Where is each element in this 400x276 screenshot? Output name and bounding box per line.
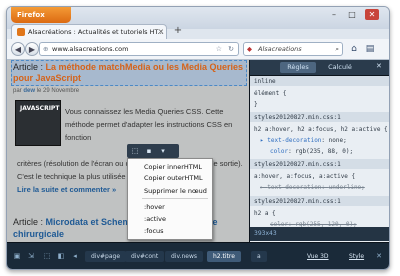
tab-title: Alsacréations : Actualités et tutoriels …: [28, 28, 164, 36]
inspect-icon[interactable]: ⬚: [41, 251, 53, 262]
close-window-icon[interactable]: ✕: [365, 9, 379, 20]
tab-alsacreations[interactable]: Alsacréations : Actualités et tutoriels …: [11, 24, 167, 39]
new-tab-button[interactable]: +: [171, 25, 185, 37]
article-date: le 29 Novembre: [36, 88, 80, 94]
breadcrumb-item[interactable]: div#cont: [125, 251, 165, 262]
back-icon[interactable]: ◀: [11, 42, 25, 56]
author-link[interactable]: dew: [23, 88, 35, 94]
breadcrumb-back-icon[interactable]: ◂: [69, 251, 81, 262]
rule-property[interactable]: ▸ text-decoration: none;: [260, 137, 347, 144]
menu-separator: [142, 198, 208, 199]
rule-selector: élément {: [254, 90, 287, 97]
menu-copy-outer[interactable]: Copier outerHTML: [144, 174, 203, 182]
lock-icon[interactable]: ▪: [143, 146, 155, 156]
firefox-menu-button[interactable]: Firefox: [11, 7, 71, 23]
panel-tabs: Règles Calculé ✕: [250, 60, 389, 76]
rules-list: inline élément { } styles20120827.min.cs…: [250, 76, 389, 242]
tab-computed[interactable]: Calculé: [322, 62, 358, 73]
reload-icon[interactable]: ↻: [228, 43, 234, 55]
dock-icon[interactable]: ⇲: [25, 251, 37, 262]
tab-rules[interactable]: Règles: [280, 62, 316, 73]
menu-icon[interactable]: ▤: [363, 42, 377, 56]
breadcrumb-item[interactable]: a: [251, 251, 267, 262]
rule-selector: h2 a:hover, h2 a:focus, h2 a:active {: [254, 126, 388, 133]
node-context-menu: Copier innerHTML Copier outerHTML Suppri…: [127, 158, 213, 240]
inspector-toolbar: ▣ ⇲ ⬚ ◧ ◂ div#page div#cont div.news h2.…: [7, 242, 389, 269]
byline-prefix: par: [13, 88, 22, 94]
close-tab-icon[interactable]: ✕: [158, 25, 164, 40]
article2-label: Article :: [13, 217, 46, 227]
select-node-icon[interactable]: ⬚: [129, 146, 141, 156]
rule-property[interactable]: color: rgb(235, 88, 0);: [270, 148, 353, 155]
article-title-link[interactable]: La méthode matchMedia ou les Media Queri…: [13, 62, 243, 83]
close-inspector-icon[interactable]: ✕: [373, 251, 385, 262]
rule-source[interactable]: styles20120827.min.css:1: [254, 114, 341, 121]
favicon-icon: [17, 28, 25, 36]
thumbnail-label: JAVASCRIPT: [20, 105, 60, 112]
style-button[interactable]: Style: [345, 251, 368, 262]
navigation-bar: ◀ ▶ ⊕ www.alsacreations.com ☆ ↻ ◆ Alsacr…: [7, 39, 389, 60]
node-menu-icon[interactable]: ▾: [157, 146, 169, 156]
menu-copy-inner[interactable]: Copier innerHTML: [144, 163, 202, 171]
article-label: Article :: [13, 62, 46, 72]
url-bar[interactable]: ⊕ www.alsacreations.com ☆ ↻: [39, 42, 239, 56]
menu-delete-node[interactable]: Supprimer le nœud: [144, 187, 207, 195]
close-panel-icon[interactable]: ✕: [376, 62, 382, 70]
menu-active[interactable]: :active: [144, 215, 166, 223]
search-input[interactable]: ◆ Alsacreations ⌕: [243, 42, 343, 56]
breadcrumb-item[interactable]: div#page: [85, 251, 127, 262]
url-text: www.alsacreations.com: [52, 45, 129, 53]
rule-selector: h2 a {: [254, 210, 276, 217]
rule-source[interactable]: styles20120827.min.css:1: [254, 198, 341, 205]
minimize-icon[interactable]: –: [327, 9, 341, 20]
forward-icon[interactable]: ▶: [25, 42, 39, 56]
html-view-icon[interactable]: ◧: [55, 251, 67, 262]
node-toolbar: ⬚ ▪ ▾: [127, 144, 179, 158]
breadcrumb-item-current[interactable]: h2.titre: [207, 251, 241, 262]
rule-source[interactable]: inline: [254, 78, 276, 85]
home-icon[interactable]: ⌂: [347, 42, 361, 56]
read-more-link[interactable]: Lire la suite et commenter »: [17, 185, 116, 194]
menu-hover[interactable]: :hover: [144, 203, 165, 211]
site-identity-icon[interactable]: ⊕: [43, 43, 48, 55]
search-engine-icon[interactable]: ◆: [247, 43, 252, 55]
bookmark-star-icon[interactable]: ☆: [216, 43, 222, 55]
page-content: Article : La méthode matchMedia ou les M…: [7, 60, 249, 242]
rule-selector: a:hover, a:focus, a:active {: [254, 173, 356, 180]
byline: par dew le 29 Novembre: [13, 88, 79, 94]
article-title: Article : La méthode matchMedia ou les M…: [13, 62, 249, 84]
rule-source[interactable]: styles20120827.min.css:1: [254, 161, 341, 168]
element-size-readout: 393x43: [250, 227, 389, 241]
breadcrumb-item[interactable]: div.news: [165, 251, 203, 262]
article-intro: Vous connaissez les Media Queries CSS. C…: [65, 107, 233, 142]
search-placeholder: Alsacreations: [258, 45, 302, 53]
article-thumbnail[interactable]: JAVASCRIPT: [15, 100, 61, 146]
rule-close: }: [254, 101, 258, 108]
style-inspector-panel: Règles Calculé ✕ inline élément { } styl…: [249, 60, 389, 242]
view-3d-button[interactable]: Vue 3D: [303, 251, 333, 262]
console-icon[interactable]: ▣: [11, 251, 23, 262]
browser-window: Firefox – □ ✕ Alsacréations : Actualités…: [6, 6, 390, 270]
maximize-icon[interactable]: □: [345, 9, 359, 20]
menu-focus[interactable]: :focus: [144, 227, 164, 235]
rule-property-overridden[interactable]: ▸ text-decoration: underline;: [260, 184, 365, 191]
search-icon[interactable]: ⌕: [335, 43, 339, 55]
